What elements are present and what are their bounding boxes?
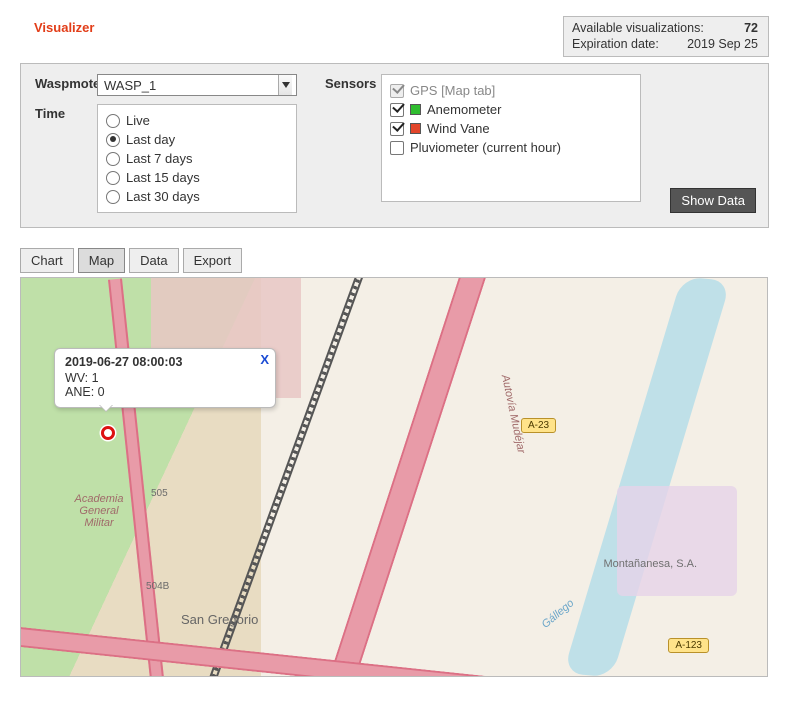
map-label-san-gregorio: San Gregorio [181, 612, 258, 627]
tab-chart[interactable]: Chart [20, 248, 74, 273]
color-swatch [410, 123, 421, 134]
tab-data[interactable]: Data [129, 248, 178, 273]
tab-export[interactable]: Export [183, 248, 243, 273]
tooltip-line-wv: WV: 1 [65, 371, 265, 385]
road-badge-a123: A-123 [668, 638, 709, 653]
checkbox-icon [390, 141, 404, 155]
chevron-down-icon [278, 75, 292, 95]
tooltip-line-ane: ANE: 0 [65, 385, 265, 399]
radio-icon [106, 171, 120, 185]
close-icon[interactable]: X [260, 352, 269, 367]
map-tooltip: X 2019-06-27 08:00:03 WV: 1 ANE: 0 [54, 348, 276, 408]
stats-expiration-label: Expiration date: [572, 37, 659, 53]
tooltip-timestamp: 2019-06-27 08:00:03 [65, 355, 265, 369]
sensor-anemometer[interactable]: Anemometer [390, 100, 632, 119]
stats-box: Available visualizations: 72 Expiration … [563, 16, 769, 57]
time-options: Live Last day Last 7 days Last 15 days L… [97, 104, 297, 213]
map-label-504b: 504B [146, 581, 169, 592]
time-option-live[interactable]: Live [106, 111, 288, 130]
waspmote-label: Waspmote [35, 74, 97, 91]
color-swatch [410, 104, 421, 115]
waspmote-value: WASP_1 [104, 78, 156, 93]
checkbox-icon [390, 103, 404, 117]
map-background [21, 278, 767, 676]
page-title: Visualizer [20, 16, 94, 35]
road-badge-a23: A-23 [521, 418, 556, 433]
sensor-list: GPS [Map tab] Anemometer Wind Vane Pluvi… [381, 74, 641, 202]
stats-available-label: Available visualizations: [572, 21, 704, 37]
config-panel: Waspmote WASP_1 Time Live Last day [20, 63, 769, 228]
sensors-label: Sensors [325, 74, 381, 91]
tab-map[interactable]: Map [78, 248, 125, 273]
tabs: Chart Map Data Export [20, 248, 769, 273]
radio-icon [106, 152, 120, 166]
radio-icon [106, 133, 120, 147]
time-option-last-day[interactable]: Last day [106, 130, 288, 149]
time-option-last-7[interactable]: Last 7 days [106, 149, 288, 168]
sensor-gps: GPS [Map tab] [390, 81, 632, 100]
radio-icon [106, 190, 120, 204]
map-label-montananesa: Montañanesa, S.A. [603, 558, 697, 570]
checkbox-icon [390, 122, 404, 136]
time-option-last-30[interactable]: Last 30 days [106, 187, 288, 206]
time-option-last-15[interactable]: Last 15 days [106, 168, 288, 187]
radio-icon [106, 114, 120, 128]
sensor-pluviometer[interactable]: Pluviometer (current hour) [390, 138, 632, 157]
time-label: Time [35, 104, 97, 121]
map-label-505: 505 [151, 488, 168, 499]
waspmote-select[interactable]: WASP_1 [97, 74, 297, 96]
map-view[interactable]: Academia General Militar San Gregorio Au… [20, 277, 768, 677]
show-data-button[interactable]: Show Data [670, 188, 756, 213]
checkbox-icon [390, 84, 404, 98]
map-label-academy: Academia General Militar [69, 493, 129, 529]
stats-expiration-value: 2019 Sep 25 [687, 37, 758, 53]
sensor-wind-vane[interactable]: Wind Vane [390, 119, 632, 138]
stats-available-value: 72 [730, 21, 758, 37]
